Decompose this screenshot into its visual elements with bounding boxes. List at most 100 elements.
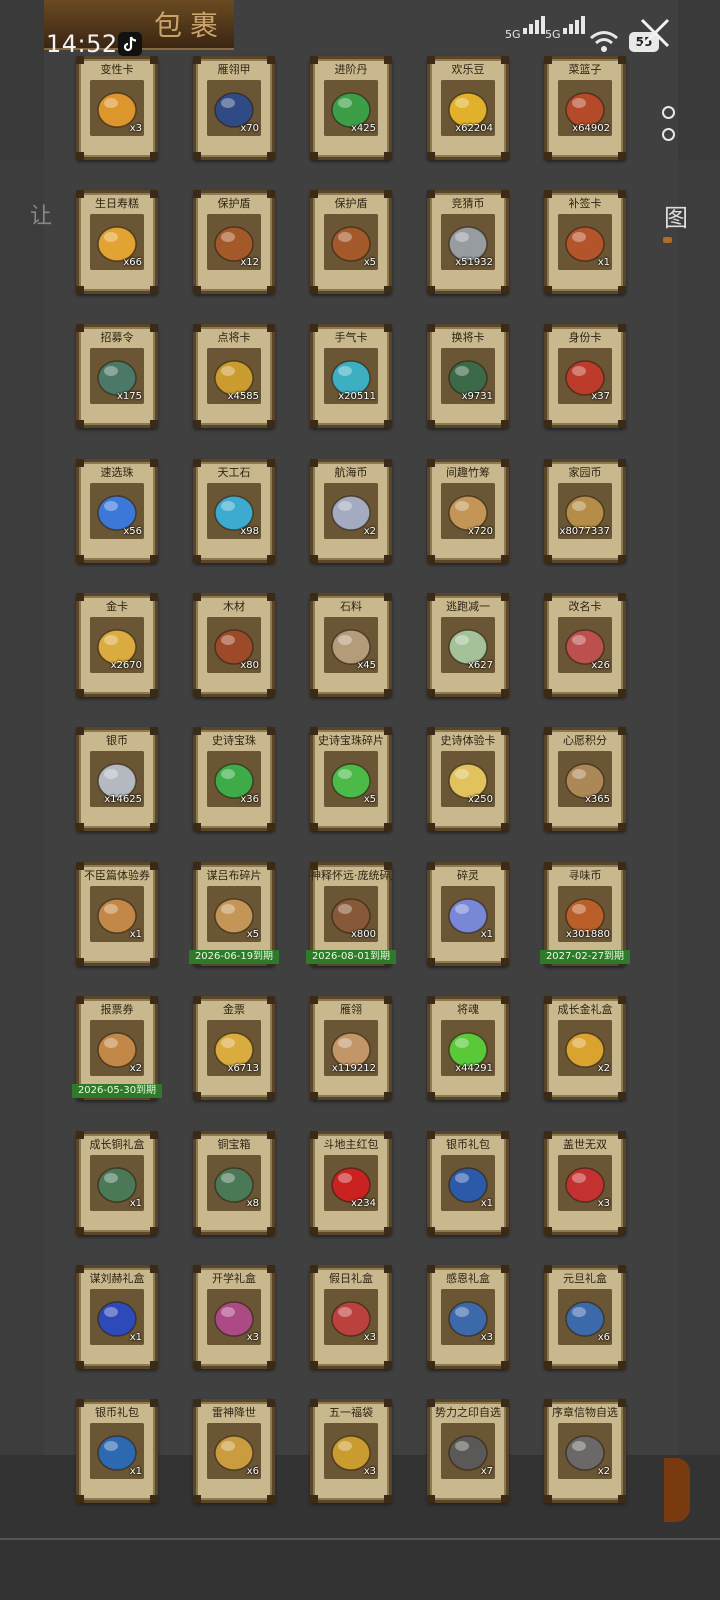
card-corner — [384, 152, 392, 160]
inventory-item-card[interactable]: 碎灵 x1 — [427, 862, 509, 966]
inventory-item-card[interactable]: 改名卡 x26 — [544, 593, 626, 697]
card-corner — [501, 420, 509, 428]
card-corner — [384, 555, 392, 563]
inventory-item-card[interactable]: 开学礼盒 x3 — [193, 1265, 275, 1369]
card-corner — [193, 152, 201, 160]
item-name: 假日礼盒 — [329, 1272, 373, 1285]
inventory-item-card[interactable]: 招募令 x175 — [76, 324, 158, 428]
item-count: x6 — [597, 1332, 610, 1343]
inventory-item-card[interactable]: 铜宝箱 x8 — [193, 1131, 275, 1235]
item-count: x250 — [467, 794, 493, 805]
item-name: 招募令 — [100, 331, 134, 344]
card-corner — [76, 1361, 84, 1369]
inventory-item-card[interactable]: 雁翎甲 x70 — [193, 56, 275, 160]
inventory-item-card[interactable]: 保护盾 x5 — [310, 190, 392, 294]
card-corner — [150, 689, 158, 697]
card-corner — [193, 555, 201, 563]
item-count: x12 — [240, 257, 259, 268]
inventory-item-card[interactable]: 序章信物自选 x2 — [544, 1399, 626, 1503]
inventory-item-card[interactable]: 手气卡 x20511 — [310, 324, 392, 428]
inventory-item-card[interactable]: 生日寿糕 x66 — [76, 190, 158, 294]
card-corner — [76, 958, 84, 966]
inventory-item-card[interactable]: 身份卡 x37 — [544, 324, 626, 428]
inventory-item-card[interactable]: 竞猜币 x51932 — [427, 190, 509, 294]
more-options-icon[interactable] — [660, 106, 675, 146]
inventory-item-card[interactable]: 成长金礼盒 x2 — [544, 996, 626, 1100]
inventory-item-card[interactable]: 逃跑减一 x627 — [427, 593, 509, 697]
inventory-item-card[interactable]: 变性卡 x3 — [76, 56, 158, 160]
inventory-item-card[interactable]: 谋吕布碎片 x5 2026-06-19到期 — [189, 862, 279, 966]
item-name: 不臣篇体验券 — [84, 869, 150, 882]
card-corner — [76, 286, 84, 294]
inventory-item-card[interactable]: 史诗体验卡 x250 — [427, 727, 509, 831]
inventory-item-card[interactable]: 菜篮子 x64902 — [544, 56, 626, 160]
card-corner — [618, 1092, 626, 1100]
card-corner — [501, 823, 509, 831]
inventory-item-card[interactable]: 银币礼包 x1 — [76, 1399, 158, 1503]
crystal-icon: x1 — [441, 886, 495, 942]
inventory-item-card[interactable]: 木材 x80 — [193, 593, 275, 697]
inventory-item-card[interactable]: 保护盾 x12 — [193, 190, 275, 294]
inventory-item-card[interactable]: 谋刘赫礼盒 x1 — [76, 1265, 158, 1369]
inventory-item-card[interactable]: 银币礼包 x1 — [427, 1131, 509, 1235]
card-corner — [267, 555, 275, 563]
inventory-item-card[interactable]: 寻味币 x301880 2027-02-27到期 — [540, 862, 630, 966]
inventory-item-card[interactable]: 进阶丹 x425 — [310, 56, 392, 160]
inventory-item-card[interactable]: 史诗宝珠碎片 x5 — [310, 727, 392, 831]
gift-box-icon: x3 — [441, 1289, 495, 1345]
item-name: 谋刘赫礼盒 — [89, 1272, 145, 1285]
inventory-item-card[interactable]: 金票 x6713 — [193, 996, 275, 1100]
inventory-item-card[interactable]: 石料 x45 — [310, 593, 392, 697]
inventory-item-card[interactable]: 成长铜礼盒 x1 — [76, 1131, 158, 1235]
inventory-item-card[interactable]: 雁翎 x119212 — [310, 996, 392, 1100]
close-icon[interactable] — [638, 16, 672, 50]
inventory-item-card[interactable]: 感恩礼盒 x3 — [427, 1265, 509, 1369]
inventory-item-card[interactable]: 速选珠 x56 — [76, 459, 158, 563]
inventory-item-card[interactable]: 欢乐豆 x62204 — [427, 56, 509, 160]
item-count: x1 — [480, 1198, 493, 1209]
inventory-item-card[interactable]: 心愿积分 x365 — [544, 727, 626, 831]
inventory-item-card[interactable]: 报票券 x2 2026-05-30到期 — [72, 996, 162, 1100]
heart-coin-icon: x365 — [558, 751, 612, 807]
inventory-item-card[interactable]: 金卡 x2670 — [76, 593, 158, 697]
inventory-item-card[interactable]: 银币 x14625 — [76, 727, 158, 831]
inventory-item-card[interactable]: 雷神降世 x6 — [193, 1399, 275, 1503]
item-count: x119212 — [331, 1063, 376, 1074]
general-card-icon: x4585 — [207, 348, 261, 404]
inventory-item-card[interactable]: 斗地主红包 x234 — [310, 1131, 392, 1235]
item-count: x80 — [240, 660, 259, 671]
inventory-item-card[interactable]: 五一福袋 x3 — [310, 1399, 392, 1503]
inventory-item-card[interactable]: 不臣篇体验券 x1 — [76, 862, 158, 966]
expiry-badge: 2026-08-01到期 — [306, 950, 396, 964]
card-corner — [150, 286, 158, 294]
signal-area: 5G 5G 55 — [505, 16, 659, 58]
inventory-item-card[interactable]: 神释怀远·庞统碎片 x800 2026-08-01到期 — [306, 862, 396, 966]
inventory-item-card[interactable]: 元旦礼盒 x6 — [544, 1265, 626, 1369]
inventory-item-card[interactable]: 将魂 x44291 — [427, 996, 509, 1100]
inventory-item-card[interactable]: 盖世无双 x3 — [544, 1131, 626, 1235]
card-corner — [384, 420, 392, 428]
inventory-item-card[interactable]: 势力之印自选 x7 — [427, 1399, 509, 1503]
inventory-item-card[interactable]: 补签卡 x1 — [544, 190, 626, 294]
inventory-item-card[interactable]: 换将卡 x9731 — [427, 324, 509, 428]
inventory-item-card[interactable]: 点将卡 x4585 — [193, 324, 275, 428]
card-corner — [544, 1361, 552, 1369]
inventory-item-card[interactable]: 假日礼盒 x3 — [310, 1265, 392, 1369]
card-corner — [618, 286, 626, 294]
inventory-item-card[interactable]: 家园币 x8077337 — [544, 459, 626, 563]
portrait-icon: x800 — [324, 886, 378, 942]
ticket-icon: x2 — [90, 1020, 144, 1076]
inventory-item-card[interactable]: 航海币 x2 — [310, 459, 392, 563]
item-name: 盖世无双 — [563, 1138, 607, 1151]
wifi-icon — [590, 31, 618, 52]
item-count: x62204 — [455, 123, 493, 134]
card-corner — [150, 152, 158, 160]
item-name: 史诗宝珠碎片 — [318, 734, 384, 747]
luck-card-icon: x20511 — [324, 348, 378, 404]
inventory-item-card[interactable]: 间趣竹筹 x720 — [427, 459, 509, 563]
pouch-icon: x1 — [90, 1423, 144, 1479]
swap-card-icon: x9731 — [441, 348, 495, 404]
inventory-item-card[interactable]: 史诗宝珠 x36 — [193, 727, 275, 831]
inventory-item-card[interactable]: 天工石 x98 — [193, 459, 275, 563]
card-corner — [427, 958, 435, 966]
